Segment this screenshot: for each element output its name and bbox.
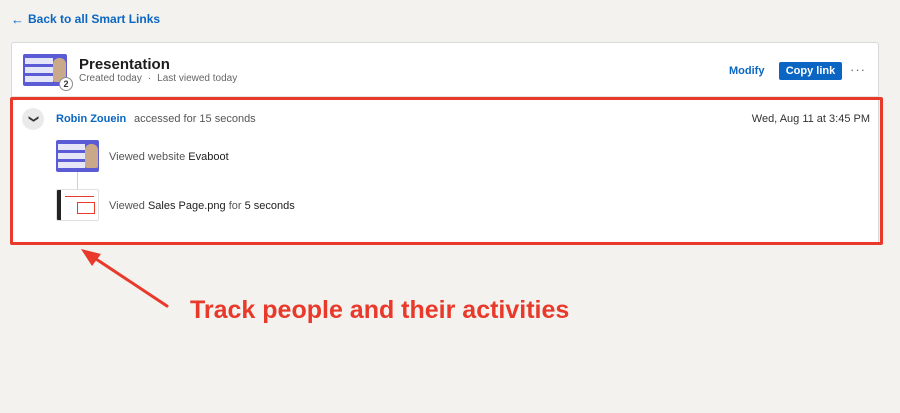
timeline-connector — [77, 172, 78, 189]
activity-duration: 5 seconds — [244, 200, 295, 212]
smart-link-card: 2 Presentation Created today · Last view… — [11, 42, 879, 244]
last-viewed-text: Last viewed today — [157, 73, 238, 84]
person-name[interactable]: Robin Zouein — [56, 113, 126, 125]
meta-separator: · — [147, 73, 152, 84]
image-thumbnail — [56, 189, 99, 221]
access-duration: accessed for 15 seconds — [134, 113, 256, 125]
link-meta: Created today · Last viewed today — [79, 73, 237, 84]
view-count-badge: 2 — [59, 77, 73, 91]
activity-target: Sales Page.png — [147, 200, 226, 212]
back-link-label: Back to all Smart Links — [28, 12, 161, 26]
callout-caption: Track people and their activities — [190, 296, 570, 324]
website-thumbnail — [56, 140, 99, 172]
card-header: 2 Presentation Created today · Last view… — [12, 43, 878, 97]
activity-target: Evaboot — [188, 151, 229, 163]
copy-link-button[interactable]: Copy link — [779, 62, 842, 80]
created-text: Created today — [79, 73, 142, 84]
arrow-left-icon: ← — [11, 11, 24, 27]
chevron-down-icon[interactable]: ❯ — [22, 108, 44, 130]
link-title: Presentation — [79, 56, 170, 73]
back-link[interactable]: ← Back to all Smart Links — [11, 12, 160, 26]
activity-row: ❯ Robin Zouein accessed for 15 seconds W… — [22, 108, 870, 130]
modify-button[interactable]: Modify — [729, 65, 764, 77]
activity-timestamp: Wed, Aug 11 at 3:45 PM — [751, 113, 870, 125]
more-options-icon[interactable]: ··· — [850, 62, 866, 77]
activity-item: Viewed website Evaboot — [109, 151, 229, 163]
activity-item: Viewed Sales Page.png for 5 seconds — [109, 200, 295, 212]
